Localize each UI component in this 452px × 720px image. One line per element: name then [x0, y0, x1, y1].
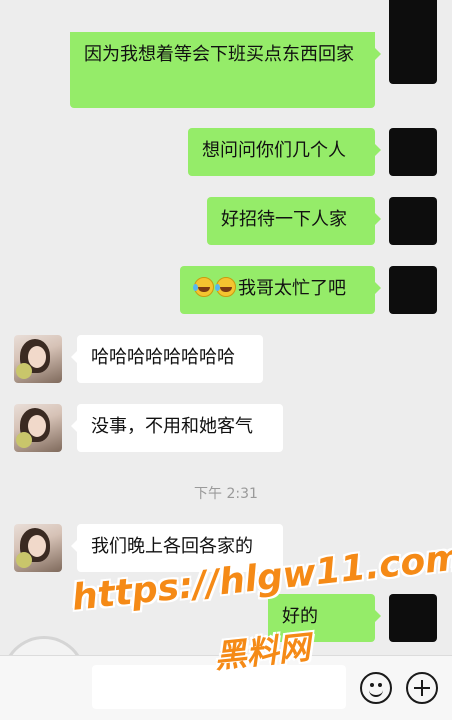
message-bubble[interactable]: 我哥太忙了吧	[180, 266, 381, 314]
message-text: 哈哈哈哈哈哈哈哈	[91, 347, 235, 368]
message-row: 我们晚上各回各家的	[0, 524, 452, 574]
avatar[interactable]	[389, 266, 437, 314]
message-text: 好招待一下人家	[221, 209, 347, 230]
message-bubble[interactable]: 哈哈哈哈哈哈哈哈	[71, 335, 263, 383]
message-bubble[interactable]: 好招待一下人家	[207, 197, 381, 245]
avatar[interactable]	[14, 524, 62, 572]
laughing-crying-emoji-icon	[193, 277, 214, 297]
laughing-crying-emoji-icon	[215, 277, 236, 297]
message-text: 没事，不用和她客气	[91, 416, 253, 437]
message-bubble[interactable]: 想问问你们几个人	[188, 128, 381, 176]
message-row: 好的	[0, 594, 452, 644]
input-bar	[0, 655, 452, 720]
chat-area[interactable]: 因为我想着等会下班买点东西回家 想问问你们几个人 好招待一下人家 我哥太忙了吧 …	[0, 0, 452, 655]
message-bubble[interactable]: 我们晚上各回各家的	[71, 524, 283, 572]
message-bubble[interactable]: 没事，不用和她客气	[71, 404, 283, 452]
message-row: 没事，不用和她客气	[0, 404, 452, 454]
avatar[interactable]	[389, 0, 437, 84]
message-row: 想问问你们几个人	[0, 128, 452, 178]
avatar[interactable]	[389, 197, 437, 245]
message-bubble[interactable]: 因为我想着等会下班买点东西回家	[70, 32, 381, 108]
message-input[interactable]	[92, 665, 346, 709]
plus-icon[interactable]	[406, 672, 438, 704]
avatar[interactable]	[14, 335, 62, 383]
message-text: 我哥太忙了吧	[238, 278, 346, 299]
timestamp: 下午 2:31	[194, 486, 258, 502]
avatar[interactable]	[389, 594, 437, 642]
message-row: 我哥太忙了吧	[0, 266, 452, 316]
message-text: 想问问你们几个人	[202, 140, 346, 161]
message-text: 我们晚上各回各家的	[91, 536, 253, 557]
message-row: 好招待一下人家	[0, 197, 452, 247]
emoji-icon[interactable]	[360, 672, 392, 704]
message-text: 好的	[282, 606, 318, 627]
message-row: 因为我想着等会下班买点东西回家	[0, 0, 452, 110]
message-row: 哈哈哈哈哈哈哈哈	[0, 335, 452, 385]
avatar[interactable]	[389, 128, 437, 176]
message-text: 因为我想着等会下班买点东西回家	[84, 44, 354, 65]
avatar[interactable]	[14, 404, 62, 452]
message-bubble[interactable]: 好的	[268, 594, 381, 642]
